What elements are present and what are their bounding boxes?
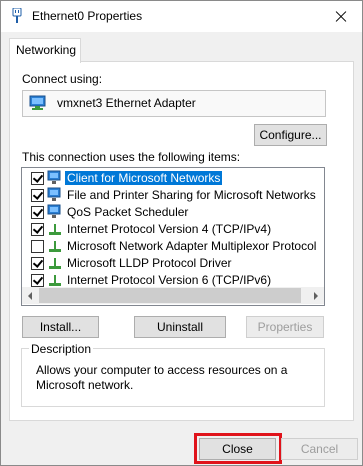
description-text: Allows your computer to access resources… [36, 363, 288, 392]
adapter-name: vmxnet3 Ethernet Adapter [57, 96, 196, 110]
horizontal-scrollbar[interactable] [22, 287, 324, 304]
cancel-button[interactable]: Cancel [281, 438, 358, 460]
scroll-left-icon[interactable] [22, 287, 39, 304]
protocol-icon [49, 275, 61, 286]
tab-networking[interactable]: Networking [9, 38, 81, 63]
network-service-icon [47, 204, 61, 218]
protocol-icon [49, 224, 61, 235]
window-title: Ethernet0 Properties [32, 9, 143, 23]
network-client-icon [47, 170, 61, 184]
item-label: Microsoft Network Adapter Multiplexor Pr… [67, 239, 317, 253]
item-label: Client for Microsoft Networks [65, 171, 223, 185]
item-checkbox[interactable] [31, 274, 44, 287]
uninstall-button-label: Uninstall [156, 320, 204, 334]
connect-using-label: Connect using: [22, 72, 103, 86]
item-label: File and Printer Sharing for Microsoft N… [67, 188, 316, 202]
list-item[interactable]: QoS Packet Scheduler [22, 204, 307, 221]
install-button[interactable]: Install... [22, 316, 99, 338]
description-legend: Description [29, 342, 94, 356]
item-checkbox[interactable] [31, 240, 44, 253]
ethernet-plug-icon [12, 8, 22, 23]
properties-dialog: Ethernet0 Properties Networking Connect … [0, 0, 363, 466]
properties-button[interactable]: Properties [246, 316, 324, 338]
item-label: Microsoft LLDP Protocol Driver [67, 256, 232, 270]
highlight-box [194, 433, 282, 464]
title-bar: Ethernet0 Properties [1, 1, 362, 32]
list-item[interactable]: Client for Microsoft Networks [22, 170, 307, 187]
list-item[interactable]: Internet Protocol Version 4 (TCP/IPv4) [22, 221, 307, 238]
item-label: Internet Protocol Version 6 (TCP/IPv6) [67, 273, 272, 287]
item-checkbox[interactable] [31, 206, 44, 219]
item-checkbox[interactable] [31, 172, 44, 185]
protocol-icon [49, 258, 61, 269]
window-close-icon[interactable] [326, 5, 356, 29]
configure-button[interactable]: Configure... [254, 124, 327, 146]
uninstall-button[interactable]: Uninstall [134, 316, 226, 338]
item-label: QoS Packet Scheduler [67, 205, 189, 219]
item-label: Internet Protocol Version 4 (TCP/IPv4) [67, 222, 272, 236]
scroll-right-icon[interactable] [307, 287, 324, 304]
item-checkbox[interactable] [31, 223, 44, 236]
network-adapter-icon [29, 95, 46, 110]
adapter-field: vmxnet3 Ethernet Adapter [22, 90, 326, 117]
list-item[interactable]: File and Printer Sharing for Microsoft N… [22, 187, 316, 204]
install-button-label: Install... [39, 320, 82, 334]
network-service-icon [47, 187, 61, 201]
properties-button-label: Properties [257, 320, 313, 334]
item-checkbox[interactable] [31, 257, 44, 270]
list-item[interactable]: Microsoft Network Adapter Multiplexor Pr… [22, 238, 316, 255]
protocol-icon [49, 241, 61, 252]
item-checkbox[interactable] [31, 189, 44, 202]
items-label: This connection uses the following items… [22, 150, 241, 164]
configure-button-label: Configure... [259, 128, 322, 142]
items-list[interactable]: Client for Microsoft Networks File and P… [21, 167, 325, 306]
scrollbar-thumb[interactable] [39, 288, 301, 303]
tab-label: Networking [16, 43, 77, 57]
cancel-button-label: Cancel [300, 442, 339, 456]
list-item[interactable]: Microsoft LLDP Protocol Driver [22, 255, 307, 272]
